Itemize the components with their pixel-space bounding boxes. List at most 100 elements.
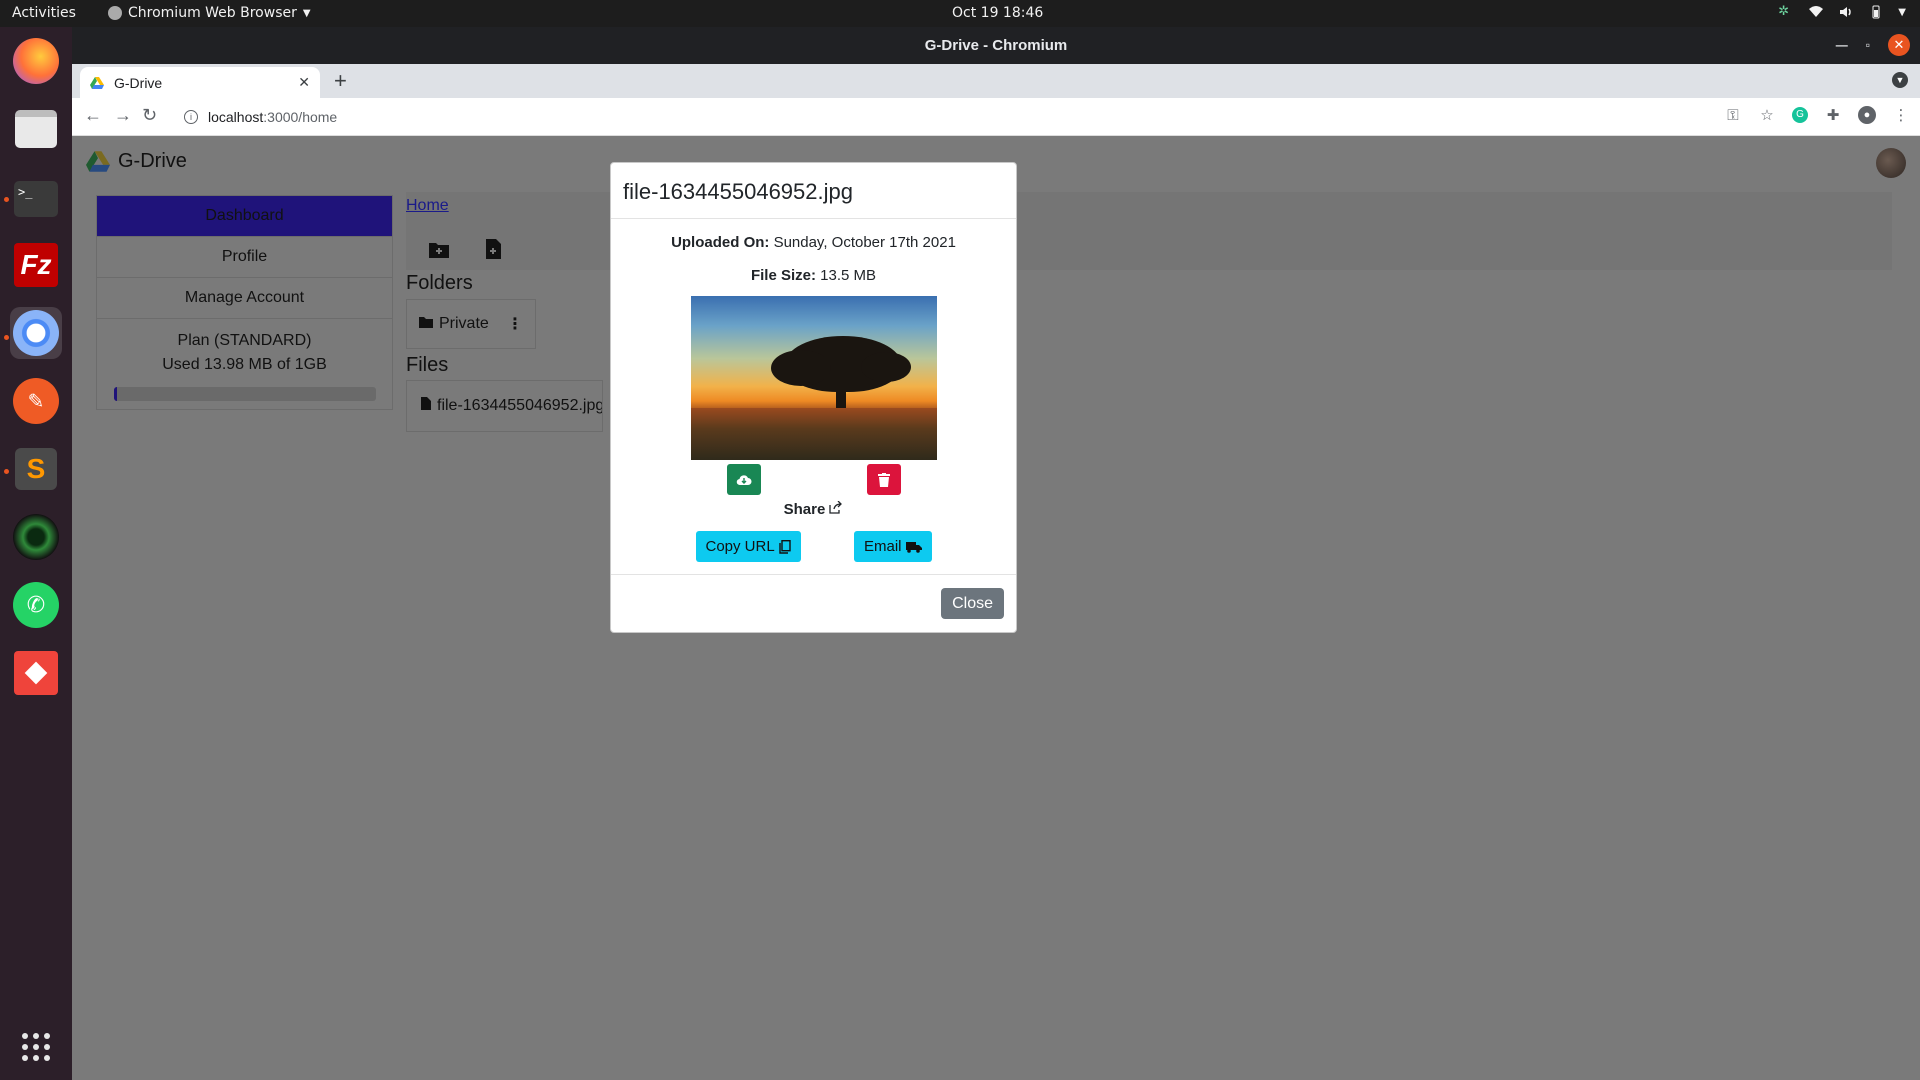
extensions-puzzle-icon[interactable]: ✚ [1824, 106, 1842, 124]
dock-terminal[interactable]: >_ [10, 173, 62, 225]
sublime-text-icon: S [15, 448, 57, 490]
tab-close-icon[interactable]: ✕ [298, 74, 310, 91]
plan-usage-text: Used 13.98 MB of 1GB [162, 356, 327, 373]
dock-files[interactable] [10, 103, 62, 155]
dock-postman[interactable]: ✎ [10, 375, 62, 427]
modal-footer: Close [611, 574, 1016, 632]
delete-button[interactable] [866, 464, 901, 495]
close-window-button[interactable]: ✕ [1888, 34, 1910, 56]
app-page: G-Drive Dashboard Profile Manage Account… [72, 136, 1920, 1080]
upload-date: Uploaded On: Sunday, October 17th 2021 [611, 234, 1016, 251]
app-menu[interactable]: Chromium Web Browser ▼ [108, 5, 311, 21]
window-title: G-Drive - Chromium [924, 37, 1068, 54]
new-tab-button[interactable]: + [334, 68, 347, 94]
file-card[interactable]: file-1634455046952.jpg [406, 380, 603, 432]
dock-filezilla[interactable]: Fz [10, 239, 62, 291]
file-icon [421, 397, 431, 415]
share-buttons: Copy URL Email [695, 531, 932, 562]
battery-icon[interactable] [1868, 4, 1884, 20]
folder-icon [419, 315, 433, 333]
tab-strip: G-Drive ✕ + ▼ [72, 64, 1920, 98]
folder-name: Private [439, 315, 489, 332]
bookmark-star-icon[interactable]: ☆ [1758, 106, 1776, 124]
files-icon [15, 110, 57, 148]
storage-progress-bar [113, 387, 376, 401]
gdrive-logo-icon [86, 151, 110, 172]
breadcrumb-home-link[interactable]: Home [406, 197, 449, 215]
storage-progress-fill [113, 387, 118, 401]
dock-firefox[interactable] [10, 35, 62, 87]
file-name: file-1634455046952.jpg [437, 397, 603, 414]
forward-arrow-icon[interactable]: → [114, 105, 132, 126]
running-indicator [4, 335, 9, 340]
maximize-button[interactable]: ▫ [1866, 38, 1870, 52]
folders-heading: Folders [406, 272, 473, 294]
file-size-label: File Size: [750, 267, 816, 284]
plan-info: Plan (STANDARD) Used 13.98 MB of 1GB [97, 319, 392, 409]
gdrive-favicon-icon [90, 76, 104, 89]
brand[interactable]: G-Drive [86, 150, 187, 173]
browser-menu-icon[interactable]: ⋮ [1892, 106, 1910, 124]
share-heading: Share [611, 500, 1016, 518]
tab-gdrive[interactable]: G-Drive ✕ [80, 67, 320, 98]
system-top-bar: Activities Chromium Web Browser ▼ Oct 19… [0, 0, 1920, 27]
sidebar-item-profile[interactable]: Profile [97, 237, 392, 278]
copy-url-button[interactable]: Copy URL [695, 531, 801, 562]
add-folder-icon[interactable] [428, 238, 450, 260]
add-file-icon[interactable] [482, 238, 504, 260]
chromium-small-icon [108, 6, 122, 20]
files-heading: Files [406, 354, 449, 376]
clock[interactable]: Oct 19 18:46 [952, 5, 1043, 21]
password-key-icon[interactable]: ⚿ [1724, 107, 1742, 124]
dock-webcam[interactable] [10, 511, 62, 563]
folder-menu-icon[interactable]: ⋮ [507, 314, 523, 334]
download-button[interactable] [726, 464, 761, 495]
dock-anydesk[interactable] [10, 647, 62, 699]
sidebar-item-manage-account[interactable]: Manage Account [97, 278, 392, 319]
dock-chromium[interactable] [10, 307, 62, 359]
upload-date-label: Uploaded On: [671, 234, 770, 251]
anydesk-icon [14, 651, 58, 695]
dock-whatsapp[interactable]: ✆ [10, 579, 62, 631]
show-apps-icon [22, 1033, 50, 1061]
copy-icon [779, 539, 791, 554]
toolbar-actions: ⚿ ☆ G ✚ ● ⋮ [1724, 106, 1910, 124]
dock: >_ Fz ✎ S ✆ [0, 27, 72, 1080]
update-icon[interactable]: ✲ [1778, 4, 1794, 20]
address-bar[interactable]: i localhost :3000/home [184, 102, 1704, 132]
minimize-button[interactable]: — [1836, 38, 1848, 52]
running-indicator [4, 469, 9, 474]
system-menu-caret-icon[interactable]: ▼ [1898, 7, 1906, 18]
url-path: :3000/home [263, 109, 338, 125]
folder-card[interactable]: Private ⋮ [406, 299, 536, 349]
back-arrow-icon[interactable]: ← [84, 105, 102, 126]
tab-search-icon[interactable]: ▼ [1892, 72, 1908, 88]
dock-sublime[interactable]: S [10, 443, 62, 495]
grammarly-icon[interactable]: G [1792, 107, 1808, 123]
cloud-download-icon [736, 474, 751, 485]
whatsapp-icon: ✆ [13, 582, 59, 628]
email-label: Email [863, 538, 902, 555]
site-info-icon[interactable]: i [184, 110, 198, 124]
upload-date-value: Sunday, October 17th 2021 [773, 234, 956, 251]
sidebar-item-dashboard[interactable]: Dashboard [97, 196, 392, 237]
profile-icon[interactable]: ● [1858, 106, 1876, 124]
copy-url-label: Copy URL [705, 538, 775, 555]
share-label: Share [783, 501, 826, 518]
chromium-icon [13, 310, 59, 356]
close-modal-button[interactable]: Close [941, 588, 1004, 619]
email-button[interactable]: Email [853, 531, 932, 562]
volume-icon[interactable] [1838, 4, 1854, 20]
system-tray[interactable]: ✲ ▼ [1778, 4, 1906, 20]
brand-name: G-Drive [118, 150, 187, 172]
wifi-icon[interactable] [1808, 4, 1824, 20]
trash-icon [877, 472, 890, 487]
user-avatar[interactable] [1876, 148, 1906, 178]
reload-icon[interactable]: ↻ [142, 105, 157, 126]
activities-button[interactable]: Activities [12, 5, 76, 21]
show-applications-button[interactable] [10, 1021, 62, 1073]
modal-body: Uploaded On: Sunday, October 17th 2021 F… [611, 234, 1016, 562]
running-indicator [4, 197, 9, 202]
file-details-modal: file-1634455046952.jpg Uploaded On: Sund… [610, 162, 1017, 633]
window-titlebar[interactable]: G-Drive - Chromium — ▫ ✕ [72, 27, 1920, 64]
